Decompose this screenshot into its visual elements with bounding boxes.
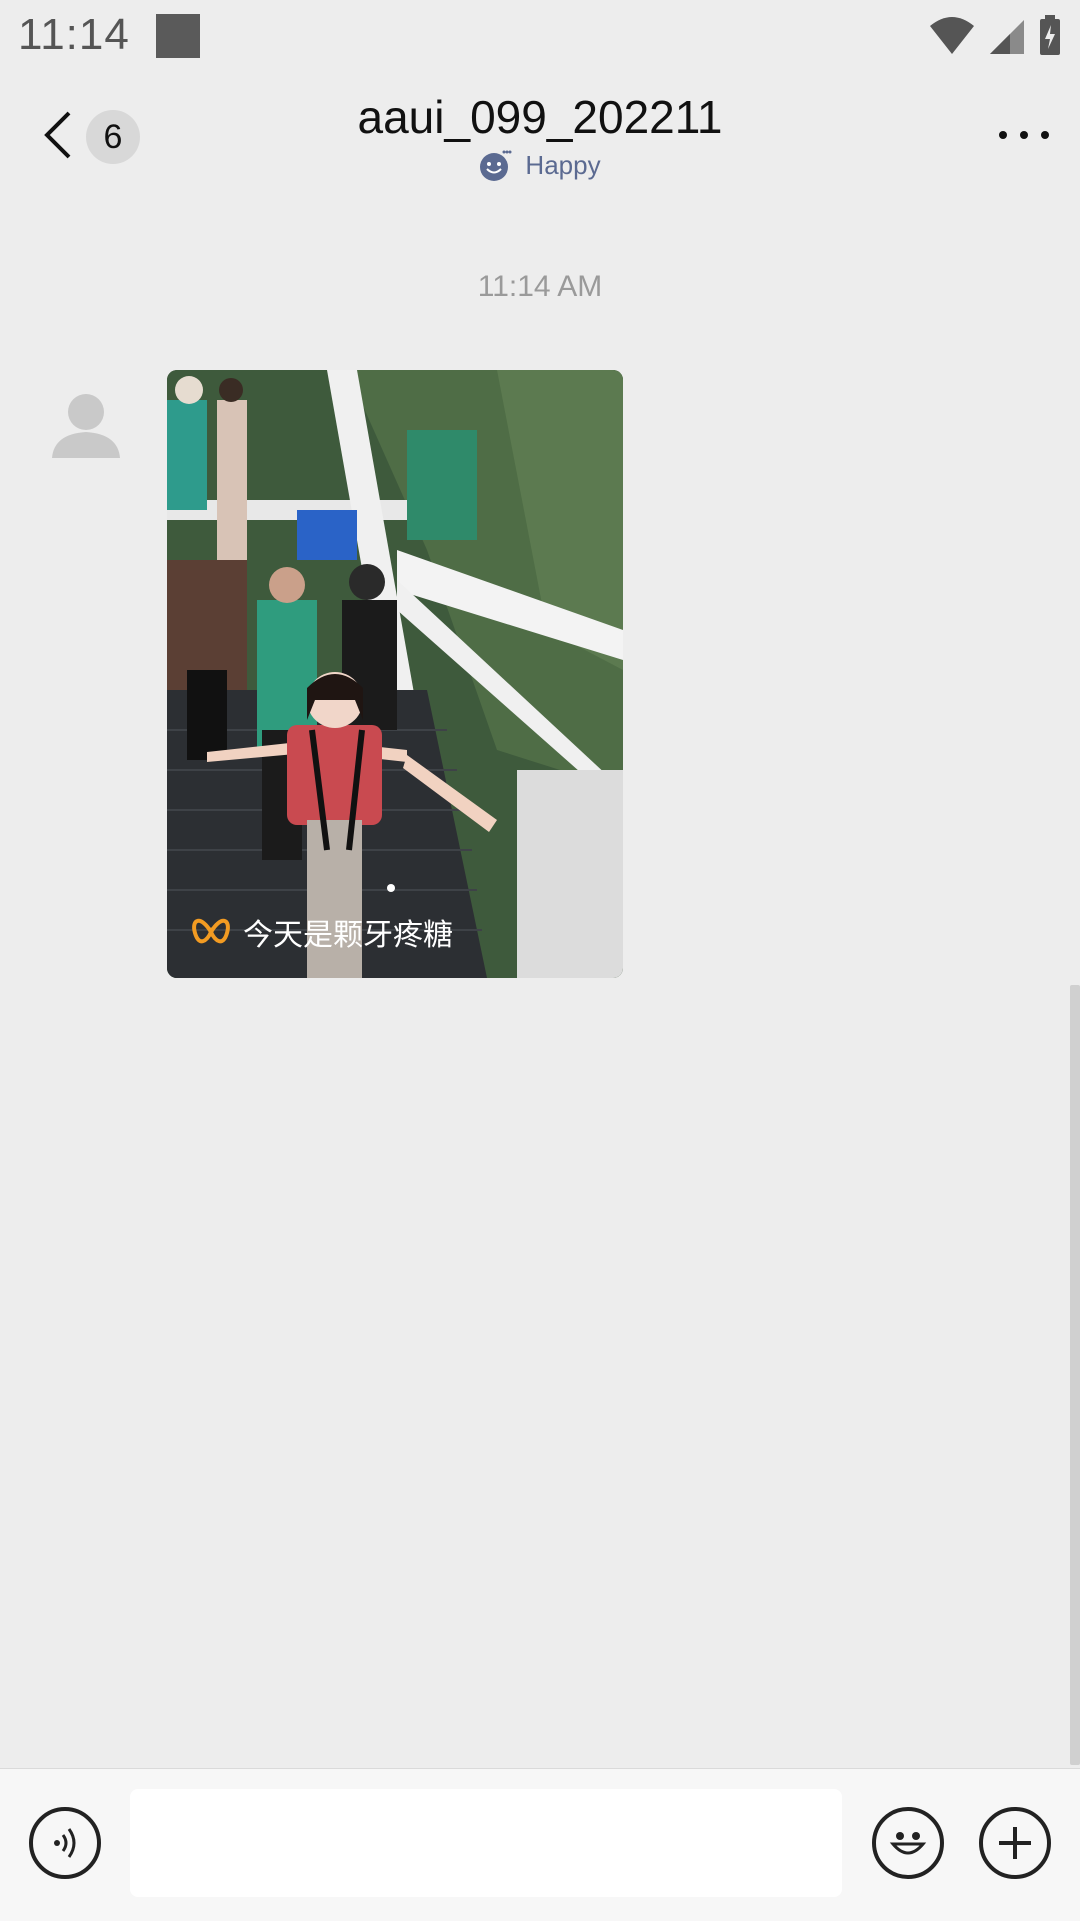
message-timestamp: 11:14 AM <box>477 270 603 303</box>
butterfly-logo-icon <box>192 918 230 944</box>
carousel-indicator <box>387 884 395 892</box>
chat-title: aaui_099_202211 <box>357 91 723 143</box>
status-icons <box>928 14 1062 58</box>
image-caption: 今天是颗牙疼糖 <box>191 910 453 954</box>
notification-icon <box>156 14 200 58</box>
battery-icon <box>1040 15 1060 55</box>
chat-header: 6 aaui_099_202211 Happy <box>0 80 1080 190</box>
caption-text: 今天是颗牙疼糖 <box>243 919 453 952</box>
voice-button[interactable] <box>29 1807 101 1879</box>
user-placeholder-icon <box>52 394 120 458</box>
status-time: 11:14 <box>18 10 130 59</box>
emoji-smile-icon <box>889 1832 927 1855</box>
plus-circle-icon <box>999 1827 1031 1859</box>
shared-photo <box>167 370 623 978</box>
contact-status[interactable]: Happy <box>0 148 1080 182</box>
status-text: Happy <box>525 149 601 180</box>
chat-scrollbar[interactable] <box>1070 985 1080 1765</box>
signal-icon <box>990 20 1024 54</box>
plus-button[interactable] <box>979 1807 1051 1879</box>
image-message[interactable]: 今天是颗牙疼糖 <box>167 370 623 978</box>
status-bar: 11:14 <box>0 0 1080 72</box>
emoji-button[interactable] <box>872 1807 944 1879</box>
message-input[interactable] <box>130 1789 842 1897</box>
input-bar <box>0 1768 1080 1921</box>
more-button[interactable] <box>994 110 1054 160</box>
happy-status-icon <box>480 150 512 181</box>
wifi-icon <box>930 17 974 54</box>
avatar[interactable] <box>48 388 124 464</box>
message-row: 今天是颗牙疼糖 <box>48 370 1048 990</box>
more-horizontal-icon <box>999 131 1049 139</box>
voice-icon <box>54 1828 76 1858</box>
